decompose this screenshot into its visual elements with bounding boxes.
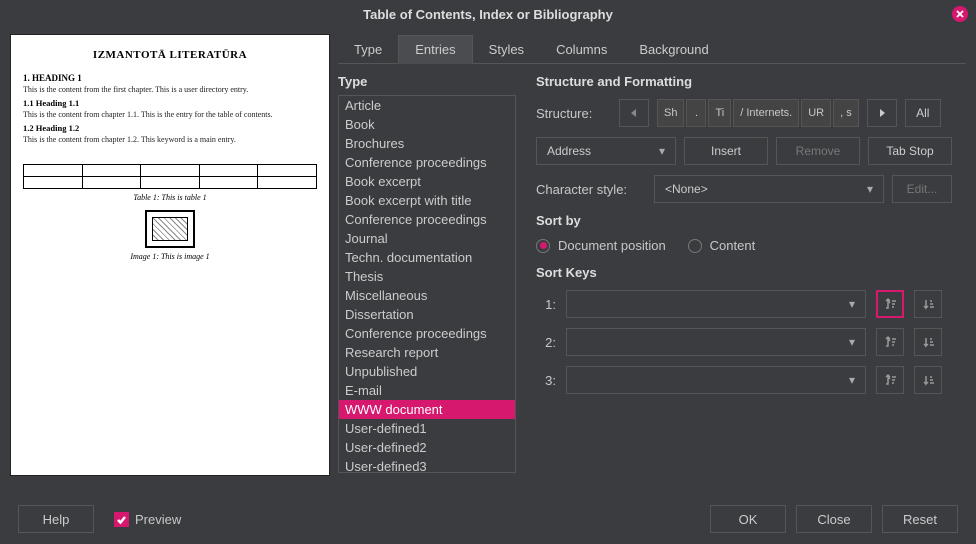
type-item[interactable]: Dissertation bbox=[339, 305, 515, 324]
help-button[interactable]: Help bbox=[18, 505, 94, 533]
body-1-1: This is the content from chapter 1.1. Th… bbox=[23, 110, 317, 119]
type-item[interactable]: Conference proceedings bbox=[339, 153, 515, 172]
type-item[interactable]: User-defined3 bbox=[339, 457, 515, 473]
all-button[interactable]: All bbox=[905, 99, 941, 127]
close-button[interactable]: Close bbox=[796, 505, 872, 533]
type-item[interactable]: Conference proceedings bbox=[339, 210, 515, 229]
sort-desc-button[interactable] bbox=[914, 366, 942, 394]
preview-image bbox=[145, 210, 195, 248]
type-item[interactable]: Thesis bbox=[339, 267, 515, 286]
type-item[interactable]: Journal bbox=[339, 229, 515, 248]
reset-button[interactable]: Reset bbox=[882, 505, 958, 533]
edit-button: Edit... bbox=[892, 175, 952, 203]
tab-stop-button[interactable]: Tab Stop bbox=[868, 137, 952, 165]
type-item[interactable]: WWW document bbox=[339, 400, 515, 419]
sortkey-row: 1: ▾ bbox=[536, 290, 966, 318]
preview-table bbox=[23, 164, 317, 189]
body-1: This is the content from the first chapt… bbox=[23, 85, 317, 94]
tab-type[interactable]: Type bbox=[338, 36, 398, 63]
sort-asc-button[interactable] bbox=[876, 328, 904, 356]
structure-next-button[interactable] bbox=[867, 99, 897, 127]
table-caption: Table 1: This is table 1 bbox=[23, 193, 317, 202]
sortkeys-section-label: Sort Keys bbox=[536, 265, 966, 280]
type-item[interactable]: E-mail bbox=[339, 381, 515, 400]
title-bar: Table of Contents, Index or Bibliography bbox=[0, 0, 976, 28]
preview-checkbox[interactable]: Preview bbox=[114, 512, 181, 527]
type-item[interactable]: Book excerpt bbox=[339, 172, 515, 191]
sortby-section-label: Sort by bbox=[536, 213, 966, 228]
char-style-label: Character style: bbox=[536, 182, 646, 197]
structure-chips[interactable]: Sh.Ti/ Internets.UR, s bbox=[657, 99, 859, 127]
tab-bar: TypeEntriesStylesColumnsBackground bbox=[338, 34, 966, 64]
sort-asc-button[interactable] bbox=[876, 366, 904, 394]
type-item[interactable]: User-defined2 bbox=[339, 438, 515, 457]
field-select[interactable]: Address▾ bbox=[536, 137, 676, 165]
preview-pane: IZMANTOTĀ LITERATŪRA 1. HEADING 1 This i… bbox=[10, 34, 330, 476]
structure-chip[interactable]: UR bbox=[801, 99, 831, 127]
type-item[interactable]: User-defined1 bbox=[339, 419, 515, 438]
structure-label: Structure: bbox=[536, 106, 611, 121]
structure-section-label: Structure and Formatting bbox=[536, 74, 966, 89]
structure-chip[interactable]: / Internets. bbox=[733, 99, 799, 127]
sortkey-num: 1: bbox=[536, 297, 556, 312]
sortkey-row: 2: ▾ bbox=[536, 328, 966, 356]
structure-chip[interactable]: Ti bbox=[708, 99, 731, 127]
char-style-select[interactable]: <None>▾ bbox=[654, 175, 884, 203]
doc-title: IZMANTOTĀ LITERATŪRA bbox=[23, 49, 317, 61]
heading-1: 1. HEADING 1 bbox=[23, 73, 317, 83]
type-item[interactable]: Book excerpt with title bbox=[339, 191, 515, 210]
radio-content[interactable]: Content bbox=[688, 238, 756, 253]
type-item[interactable]: Book bbox=[339, 115, 515, 134]
sortkey-row: 3: ▾ bbox=[536, 366, 966, 394]
insert-button[interactable]: Insert bbox=[684, 137, 768, 165]
sort-asc-button[interactable] bbox=[876, 290, 904, 318]
type-item[interactable]: Conference proceedings bbox=[339, 324, 515, 343]
type-item[interactable]: Brochures bbox=[339, 134, 515, 153]
type-item[interactable]: Unpublished bbox=[339, 362, 515, 381]
tab-styles[interactable]: Styles bbox=[473, 36, 540, 63]
body-1-2: This is the content from chapter 1.2. Th… bbox=[23, 135, 317, 144]
radio-document-position[interactable]: Document position bbox=[536, 238, 666, 253]
structure-chip[interactable]: Sh bbox=[657, 99, 684, 127]
type-item[interactable]: Research report bbox=[339, 343, 515, 362]
type-list[interactable]: ArticleBookBrochuresConference proceedin… bbox=[338, 95, 516, 473]
image-caption: Image 1: This is image 1 bbox=[23, 252, 317, 261]
structure-chip[interactable]: , s bbox=[833, 99, 859, 127]
sortkey-select[interactable]: ▾ bbox=[566, 290, 866, 318]
heading-1-1: 1.1 Heading 1.1 bbox=[23, 98, 317, 108]
sortkey-select[interactable]: ▾ bbox=[566, 366, 866, 394]
footer: Help Preview OK Close Reset bbox=[0, 494, 976, 544]
sortkey-select[interactable]: ▾ bbox=[566, 328, 866, 356]
ok-button[interactable]: OK bbox=[710, 505, 786, 533]
structure-prev-button[interactable] bbox=[619, 99, 649, 127]
tab-columns[interactable]: Columns bbox=[540, 36, 623, 63]
sortkey-num: 3: bbox=[536, 373, 556, 388]
type-item[interactable]: Techn. documentation bbox=[339, 248, 515, 267]
type-label: Type bbox=[338, 74, 516, 89]
remove-button: Remove bbox=[776, 137, 860, 165]
chevron-down-icon: ▾ bbox=[867, 182, 873, 196]
chevron-down-icon: ▾ bbox=[659, 144, 665, 158]
heading-1-2: 1.2 Heading 1.2 bbox=[23, 123, 317, 133]
close-icon[interactable] bbox=[952, 6, 968, 22]
tab-entries[interactable]: Entries bbox=[398, 35, 472, 64]
tab-background[interactable]: Background bbox=[623, 36, 724, 63]
type-item[interactable]: Miscellaneous bbox=[339, 286, 515, 305]
structure-chip[interactable]: . bbox=[686, 99, 706, 127]
type-item[interactable]: Article bbox=[339, 96, 515, 115]
sortkey-num: 2: bbox=[536, 335, 556, 350]
sort-desc-button[interactable] bbox=[914, 290, 942, 318]
window-title: Table of Contents, Index or Bibliography bbox=[363, 7, 613, 22]
sort-desc-button[interactable] bbox=[914, 328, 942, 356]
